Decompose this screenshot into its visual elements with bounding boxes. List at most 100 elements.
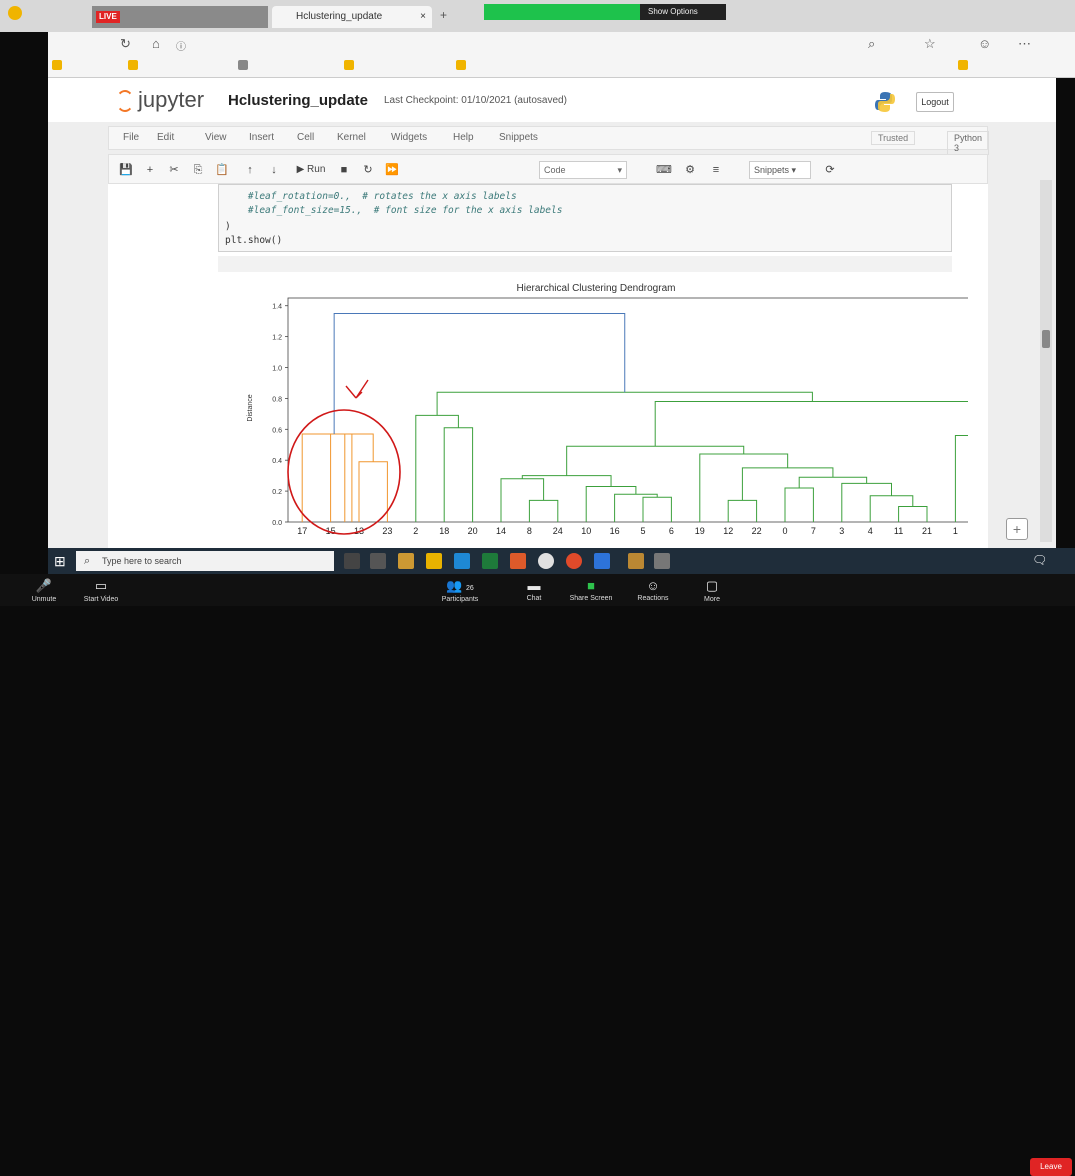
variable-icon[interactable]: ≡ xyxy=(707,161,725,179)
notifications-icon[interactable]: 🗨 xyxy=(1032,553,1047,567)
address-bar[interactable] xyxy=(188,36,888,52)
unmute-button[interactable]: 🎤 Unmute xyxy=(24,578,64,603)
bookmark-item[interactable] xyxy=(52,60,65,71)
chat-button[interactable]: ▬ Chat xyxy=(516,578,552,602)
leaf-label: 8 xyxy=(527,526,532,536)
file-explorer-icon[interactable] xyxy=(426,553,442,569)
app-icon[interactable] xyxy=(628,553,644,569)
refresh-icon[interactable]: ⟳ xyxy=(821,161,839,179)
cortana-icon[interactable] xyxy=(344,553,360,569)
menu-edit[interactable]: Edit xyxy=(157,132,174,143)
menu-insert[interactable]: Insert xyxy=(249,132,274,143)
cut-icon[interactable]: ✂ xyxy=(165,161,183,179)
edge-icon[interactable] xyxy=(454,553,470,569)
run-button[interactable]: ▶ Run xyxy=(291,161,331,179)
annotation-circle xyxy=(287,409,401,535)
dendrogram-link xyxy=(358,461,388,522)
show-options-button[interactable]: Show Options xyxy=(648,4,698,20)
app-icon[interactable] xyxy=(398,553,414,569)
dendrogram-link xyxy=(585,485,637,522)
tab-hclustering[interactable]: Hclustering_update × xyxy=(272,6,432,28)
add-cell-float-button[interactable]: + xyxy=(1006,518,1028,540)
zoom-icon[interactable]: ⌕ xyxy=(868,36,875,52)
paste-icon[interactable]: 📋 xyxy=(213,161,231,179)
snippets-select[interactable]: Snippets ▾ xyxy=(749,161,811,179)
keyboard-icon[interactable]: ⌨ xyxy=(655,161,673,179)
participants-button[interactable]: 👥 26 Participants xyxy=(432,578,488,603)
menu-widgets[interactable]: Widgets xyxy=(391,132,427,143)
info-icon[interactable]: ⓘ xyxy=(176,38,186,53)
bookmarks-bar xyxy=(48,56,1075,78)
zoom-app-icon[interactable] xyxy=(594,553,610,569)
add-cell-icon[interactable]: + xyxy=(141,161,159,179)
move-down-icon[interactable]: ↓ xyxy=(265,161,283,179)
profile-icon[interactable]: ☺ xyxy=(978,36,991,51)
dendrogram-link xyxy=(727,499,758,522)
page-scrollbar[interactable] xyxy=(1040,180,1052,542)
jupyter-menu-bar: File Edit View Insert Cell Kernel Widget… xyxy=(108,126,990,155)
menu-help[interactable]: Help xyxy=(453,132,474,143)
browser-nav-bar: ↻ ⌂ ⓘ ⌕ ☆ ☺ ⋯ xyxy=(48,32,1075,56)
notebook-body: #leaf_rotation=0., # rotates the x axis … xyxy=(108,184,988,550)
restart-run-icon[interactable]: ⏩ xyxy=(383,161,401,179)
app-icon[interactable] xyxy=(654,553,670,569)
leaf-label: 11 xyxy=(894,526,903,536)
cell-type-select[interactable]: Code ▾ xyxy=(539,161,627,179)
bookmark-item[interactable] xyxy=(456,60,469,71)
kernel-indicator: Python 3 xyxy=(947,131,990,155)
dendrogram-link xyxy=(841,482,892,522)
menu-file[interactable]: File xyxy=(123,132,139,143)
home-icon[interactable]: ⌂ xyxy=(152,36,160,51)
scrollbar-thumb[interactable] xyxy=(1042,330,1050,348)
reload-icon[interactable]: ↻ xyxy=(120,36,131,52)
new-tab-icon[interactable]: + xyxy=(440,8,447,22)
leaf-label: 1 xyxy=(953,526,958,536)
leave-meeting-button[interactable]: Leave xyxy=(1030,1158,1072,1176)
close-tab-icon[interactable]: × xyxy=(420,6,426,28)
favorite-icon[interactable]: ☆ xyxy=(924,36,936,52)
interrupt-icon[interactable]: ■ xyxy=(335,161,353,179)
taskbar-search[interactable]: ⌕ Type here to search xyxy=(76,551,334,571)
bookmark-item[interactable] xyxy=(128,60,141,71)
window-icon xyxy=(8,6,22,20)
more-button[interactable]: ▢ More xyxy=(694,578,730,603)
excel-icon[interactable] xyxy=(482,553,498,569)
share-screen-button[interactable]: ■ Share Screen xyxy=(566,578,616,602)
app-icon[interactable] xyxy=(566,553,582,569)
code-cell[interactable]: #leaf_rotation=0., # rotates the x axis … xyxy=(218,184,952,252)
notebook-name[interactable]: Hclustering_update xyxy=(228,92,368,109)
start-video-button[interactable]: ▭ Start Video xyxy=(76,578,126,603)
leaf-label: 2 xyxy=(413,526,418,536)
tab-label: Hclustering_update xyxy=(296,11,383,22)
settings-icon[interactable]: ⚙ xyxy=(681,161,699,179)
move-up-icon[interactable]: ↑ xyxy=(241,161,259,179)
menu-kernel[interactable]: Kernel xyxy=(337,132,366,143)
menu-view[interactable]: View xyxy=(205,132,227,143)
bookmark-item[interactable] xyxy=(238,60,251,71)
trusted-indicator[interactable]: Trusted xyxy=(871,131,916,145)
other-favorites[interactable] xyxy=(958,60,971,71)
menu-cell[interactable]: Cell xyxy=(297,132,314,143)
code-line: #leaf_font_size=15., # font size for the… xyxy=(225,205,563,216)
logout-button[interactable]: Logout xyxy=(916,92,954,112)
save-icon[interactable]: 💾 xyxy=(117,161,135,179)
app-icon[interactable] xyxy=(538,553,554,569)
chrome-icon[interactable] xyxy=(510,553,526,569)
leaf-label: 3 xyxy=(839,526,844,536)
restart-icon[interactable]: ↻ xyxy=(359,161,377,179)
dendrogram-links xyxy=(301,312,968,522)
more-icon[interactable]: ⋯ xyxy=(1018,36,1031,52)
jupyter-header: jupyter Hclustering_update Last Checkpoi… xyxy=(48,78,1056,122)
windows-start-icon[interactable]: ⊞ xyxy=(54,553,66,570)
jupyter-page: jupyter Hclustering_update Last Checkpoi… xyxy=(48,78,1056,550)
tab-zoom[interactable]: LIVE xyxy=(92,6,268,28)
copy-icon[interactable]: ⎘ xyxy=(189,161,207,179)
task-view-icon[interactable] xyxy=(370,553,386,569)
reactions-button[interactable]: ☺ Reactions xyxy=(628,578,678,602)
y-tick-label: 0.4 xyxy=(272,458,282,465)
dendrogram-link xyxy=(436,391,813,416)
menu-snippets[interactable]: Snippets xyxy=(499,132,538,143)
y-tick-label: 1.0 xyxy=(272,366,282,373)
bookmark-item[interactable] xyxy=(344,60,357,71)
y-tick-label: 1.2 xyxy=(272,335,282,342)
